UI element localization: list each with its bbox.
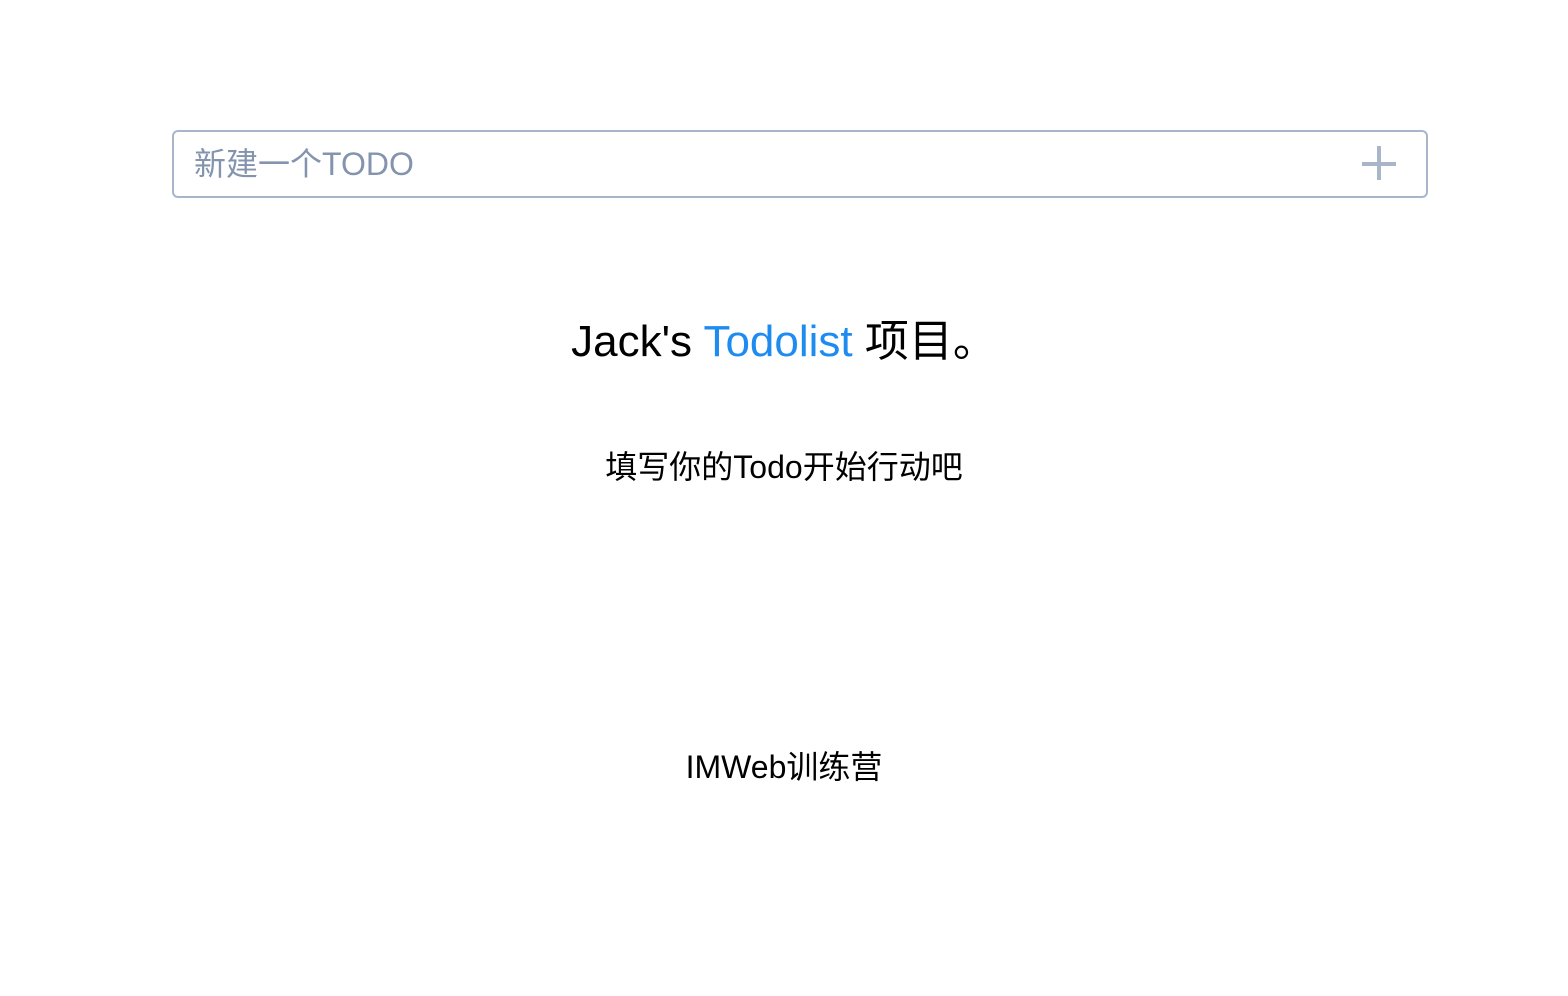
footer-text: IMWeb训练营 <box>685 749 883 785</box>
title-prefix: Jack's <box>571 317 704 366</box>
page-title: Jack's Todolist 项目。 <box>0 305 1568 369</box>
new-todo-input[interactable] <box>174 132 1344 196</box>
plus-icon[interactable] <box>1362 146 1398 182</box>
empty-state-message: 填写你的Todo开始行动吧 <box>605 449 963 485</box>
title-accent: Todolist <box>703 317 853 366</box>
new-todo-box <box>172 130 1428 198</box>
title-suffix: 项目。 <box>852 317 997 366</box>
